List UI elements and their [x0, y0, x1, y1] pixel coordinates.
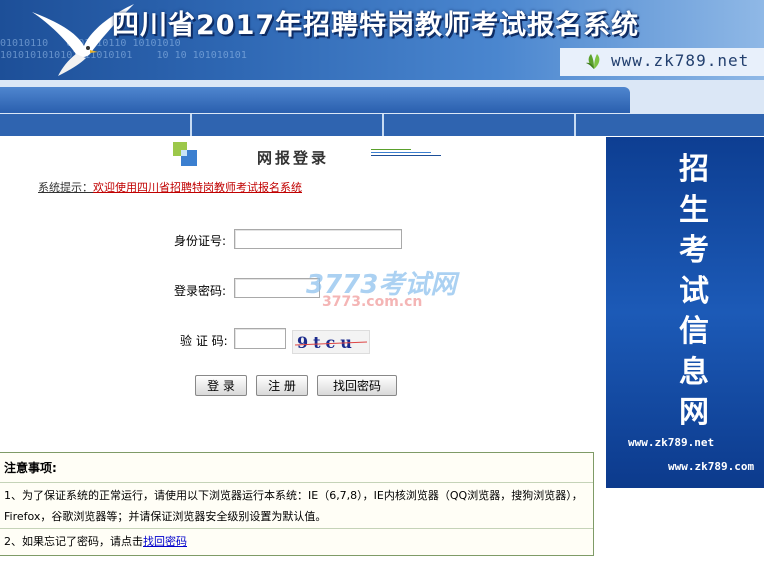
captcha-image[interactable]: 9tcu [292, 330, 370, 354]
login-title: 网报登录 [257, 149, 330, 167]
recover-password-button[interactable]: 找回密码 [317, 375, 397, 396]
register-button[interactable]: 注 册 [256, 375, 308, 396]
nav-separator [382, 114, 384, 136]
notice-title-row: 注意事项: [0, 453, 593, 483]
id-number-input[interactable] [234, 229, 402, 249]
leaf-logo-icon [586, 54, 600, 69]
header-banner: 01010110 0101010110 10101010 10101010101… [0, 0, 764, 80]
recover-password-link[interactable]: 找回密码 [143, 535, 187, 548]
hint-welcome-link[interactable]: 欢迎使用四川省招聘特岗教师考试报名系统 [93, 181, 302, 194]
nav-separator [574, 114, 576, 136]
hint-label: 系统提示： [38, 181, 93, 194]
id-number-label: 身份证号: [174, 234, 227, 248]
system-hint: 系统提示：欢迎使用四川省招聘特岗教师考试报名系统 [38, 179, 302, 195]
password-label: 登录密码: [174, 284, 227, 298]
system-title: 四川省2017年招聘特岗教师考试报名系统 [112, 10, 640, 41]
captcha-input[interactable] [234, 328, 286, 349]
notice-item-2-text: 2、如果忘记了密码，请点击 [4, 535, 143, 548]
ad-url-com: www.zk789.com [668, 460, 755, 473]
captcha-label: 验 证 码: [180, 334, 228, 348]
notice-item-2: 2、如果忘记了密码，请点击找回密码 [0, 529, 593, 555]
notice-item-1-text: 1、为了保证系统的正常运行，请使用以下浏览器运行本系统：IE（6,7,8），IE… [4, 489, 583, 523]
site-url: www.zk789.net [611, 51, 750, 70]
nav-top-bar [0, 87, 630, 113]
notice-box: 注意事项: 1、为了保证系统的正常运行，请使用以下浏览器运行本系统：IE（6,7… [0, 452, 594, 556]
title-decoration-lines [371, 149, 441, 158]
nav-separator [190, 114, 192, 136]
notice-title: 注意事项: [4, 461, 57, 475]
ad-text: 招生考试信息网 [679, 152, 709, 430]
login-cube-icon [173, 142, 197, 166]
watermark-url: 3773.com.cn [322, 294, 423, 310]
notice-item-1: 1、为了保证系统的正常运行，请使用以下浏览器运行本系统：IE（6,7,8），IE… [0, 483, 593, 529]
ad-url-net: www.zk789.net [628, 436, 715, 449]
login-button[interactable]: 登 录 [195, 375, 247, 396]
